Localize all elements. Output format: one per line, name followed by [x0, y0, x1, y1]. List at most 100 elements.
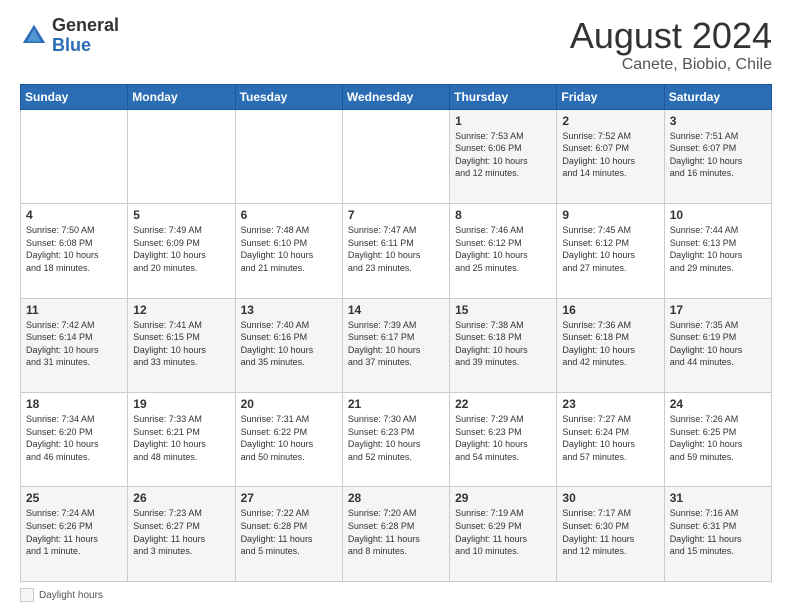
- logo-icon: [20, 22, 48, 50]
- day-info: Sunrise: 7:52 AM Sunset: 6:07 PM Dayligh…: [562, 130, 658, 180]
- day-number: 27: [241, 491, 337, 505]
- calendar-cell: 15 Sunrise: 7:38 AM Sunset: 6:18 PM Dayli…: [450, 298, 557, 392]
- calendar-week-row: 11Sunrise: 7:42 AM Sunset: 6:14 PM Dayli…: [21, 298, 772, 392]
- day-info: Sunrise: 7:53 AM Sunset: 6:06 PM Dayligh…: [455, 130, 551, 180]
- calendar-cell: 25 Sunrise: 7:24 AM Sunset: 6:26 PM Dayli…: [21, 487, 128, 582]
- calendar-cell: 6Sunrise: 7:48 AM Sunset: 6:10 PM Daylig…: [235, 204, 342, 298]
- day-info: Sunrise: 7:22 AM Sunset: 6:28 PM Dayligh…: [241, 507, 337, 557]
- legend: Daylight hours: [20, 588, 772, 602]
- calendar-day-header: Monday: [128, 84, 235, 109]
- calendar-cell: [21, 109, 128, 203]
- legend-item-daylight: Daylight hours: [20, 588, 103, 602]
- calendar-cell: 17Sunrise: 7:35 AM Sunset: 6:19 PM Dayli…: [664, 298, 771, 392]
- calendar-cell: 16Sunrise: 7:36 AM Sunset: 6:18 PM Dayli…: [557, 298, 664, 392]
- legend-box-daylight: [20, 588, 34, 602]
- day-info: Sunrise: 7:26 AM Sunset: 6:25 PM Dayligh…: [670, 413, 766, 463]
- day-number: 8: [455, 208, 551, 222]
- day-number: 7: [348, 208, 444, 222]
- calendar-cell: 10 Sunrise: 7:44 AM Sunset: 6:13 PM Dayli…: [664, 204, 771, 298]
- day-number: 18: [26, 397, 122, 411]
- day-number: 23: [562, 397, 658, 411]
- calendar-cell: 21Sunrise: 7:30 AM Sunset: 6:23 PM Dayli…: [342, 393, 449, 487]
- logo: General Blue: [20, 16, 119, 56]
- day-info: Sunrise: 7:27 AM Sunset: 6:24 PM Dayligh…: [562, 413, 658, 463]
- calendar-cell: 9Sunrise: 7:45 AM Sunset: 6:12 PM Daylig…: [557, 204, 664, 298]
- calendar-cell: 31Sunrise: 7:16 AM Sunset: 6:31 PM Dayli…: [664, 487, 771, 582]
- day-info: Sunrise: 7:24 AM Sunset: 6:26 PM Dayligh…: [26, 507, 122, 557]
- day-info: Sunrise: 7:23 AM Sunset: 6:27 PM Dayligh…: [133, 507, 229, 557]
- calendar-header-row: SundayMondayTuesdayWednesdayThursdayFrid…: [21, 84, 772, 109]
- logo-text: General Blue: [52, 16, 119, 56]
- day-number: 24: [670, 397, 766, 411]
- day-info: Sunrise: 7:48 AM Sunset: 6:10 PM Dayligh…: [241, 224, 337, 274]
- day-info: Sunrise: 7:35 AM Sunset: 6:19 PM Dayligh…: [670, 319, 766, 369]
- calendar-cell: 1 Sunrise: 7:53 AM Sunset: 6:06 PM Daylig…: [450, 109, 557, 203]
- logo-general-text: General: [52, 15, 119, 35]
- day-number: 1: [455, 114, 551, 128]
- calendar-week-row: 4Sunrise: 7:50 AM Sunset: 6:08 PM Daylig…: [21, 204, 772, 298]
- day-number: 4: [26, 208, 122, 222]
- calendar-cell: [342, 109, 449, 203]
- day-number: 5: [133, 208, 229, 222]
- calendar-cell: 22 Sunrise: 7:29 AM Sunset: 6:23 PM Dayli…: [450, 393, 557, 487]
- day-number: 19: [133, 397, 229, 411]
- day-info: Sunrise: 7:42 AM Sunset: 6:14 PM Dayligh…: [26, 319, 122, 369]
- calendar-cell: 18 Sunrise: 7:34 AM Sunset: 6:20 PM Dayli…: [21, 393, 128, 487]
- day-info: Sunrise: 7:34 AM Sunset: 6:20 PM Dayligh…: [26, 413, 122, 463]
- calendar-table: SundayMondayTuesdayWednesdayThursdayFrid…: [20, 84, 772, 582]
- day-number: 15: [455, 303, 551, 317]
- header: General Blue August 2024 Canete, Biobio,…: [20, 16, 772, 74]
- day-info: Sunrise: 7:38 AM Sunset: 6:18 PM Dayligh…: [455, 319, 551, 369]
- calendar-day-header: Tuesday: [235, 84, 342, 109]
- day-info: Sunrise: 7:16 AM Sunset: 6:31 PM Dayligh…: [670, 507, 766, 557]
- day-info: Sunrise: 7:39 AM Sunset: 6:17 PM Dayligh…: [348, 319, 444, 369]
- day-number: 26: [133, 491, 229, 505]
- calendar-cell: 12 Sunrise: 7:41 AM Sunset: 6:15 PM Dayli…: [128, 298, 235, 392]
- calendar-cell: 5Sunrise: 7:49 AM Sunset: 6:09 PM Daylig…: [128, 204, 235, 298]
- calendar-day-header: Wednesday: [342, 84, 449, 109]
- calendar-cell: 14Sunrise: 7:39 AM Sunset: 6:17 PM Dayli…: [342, 298, 449, 392]
- calendar-cell: [235, 109, 342, 203]
- day-number: 21: [348, 397, 444, 411]
- day-number: 29: [455, 491, 551, 505]
- month-year: August 2024: [570, 16, 772, 56]
- location: Canete, Biobio, Chile: [570, 56, 772, 74]
- day-number: 30: [562, 491, 658, 505]
- day-number: 9: [562, 208, 658, 222]
- day-number: 25: [26, 491, 122, 505]
- calendar-cell: 30 Sunrise: 7:17 AM Sunset: 6:30 PM Dayli…: [557, 487, 664, 582]
- calendar-cell: [128, 109, 235, 203]
- title-block: August 2024 Canete, Biobio, Chile: [570, 16, 772, 74]
- calendar-day-header: Saturday: [664, 84, 771, 109]
- calendar-cell: 26 Sunrise: 7:23 AM Sunset: 6:27 PM Dayli…: [128, 487, 235, 582]
- calendar-cell: 19 Sunrise: 7:33 AM Sunset: 6:21 PM Dayli…: [128, 393, 235, 487]
- calendar-cell: 24 Sunrise: 7:26 AM Sunset: 6:25 PM Dayli…: [664, 393, 771, 487]
- day-number: 20: [241, 397, 337, 411]
- calendar-day-header: Sunday: [21, 84, 128, 109]
- day-number: 13: [241, 303, 337, 317]
- day-info: Sunrise: 7:41 AM Sunset: 6:15 PM Dayligh…: [133, 319, 229, 369]
- logo-blue-text: Blue: [52, 35, 91, 55]
- day-number: 12: [133, 303, 229, 317]
- day-info: Sunrise: 7:51 AM Sunset: 6:07 PM Dayligh…: [670, 130, 766, 180]
- page: General Blue August 2024 Canete, Biobio,…: [0, 0, 792, 612]
- day-info: Sunrise: 7:31 AM Sunset: 6:22 PM Dayligh…: [241, 413, 337, 463]
- calendar-week-row: 25 Sunrise: 7:24 AM Sunset: 6:26 PM Dayli…: [21, 487, 772, 582]
- day-number: 10: [670, 208, 766, 222]
- calendar-cell: 27 Sunrise: 7:22 AM Sunset: 6:28 PM Dayli…: [235, 487, 342, 582]
- calendar-cell: 11Sunrise: 7:42 AM Sunset: 6:14 PM Dayli…: [21, 298, 128, 392]
- day-number: 22: [455, 397, 551, 411]
- day-info: Sunrise: 7:36 AM Sunset: 6:18 PM Dayligh…: [562, 319, 658, 369]
- day-info: Sunrise: 7:40 AM Sunset: 6:16 PM Dayligh…: [241, 319, 337, 369]
- legend-daylight-label: Daylight hours: [39, 590, 103, 601]
- calendar-cell: 7 Sunrise: 7:47 AM Sunset: 6:11 PM Daylig…: [342, 204, 449, 298]
- day-number: 28: [348, 491, 444, 505]
- day-info: Sunrise: 7:33 AM Sunset: 6:21 PM Dayligh…: [133, 413, 229, 463]
- day-info: Sunrise: 7:29 AM Sunset: 6:23 PM Dayligh…: [455, 413, 551, 463]
- calendar-cell: 8Sunrise: 7:46 AM Sunset: 6:12 PM Daylig…: [450, 204, 557, 298]
- day-info: Sunrise: 7:47 AM Sunset: 6:11 PM Dayligh…: [348, 224, 444, 274]
- calendar-day-header: Thursday: [450, 84, 557, 109]
- day-info: Sunrise: 7:17 AM Sunset: 6:30 PM Dayligh…: [562, 507, 658, 557]
- calendar-day-header: Friday: [557, 84, 664, 109]
- day-info: Sunrise: 7:44 AM Sunset: 6:13 PM Dayligh…: [670, 224, 766, 274]
